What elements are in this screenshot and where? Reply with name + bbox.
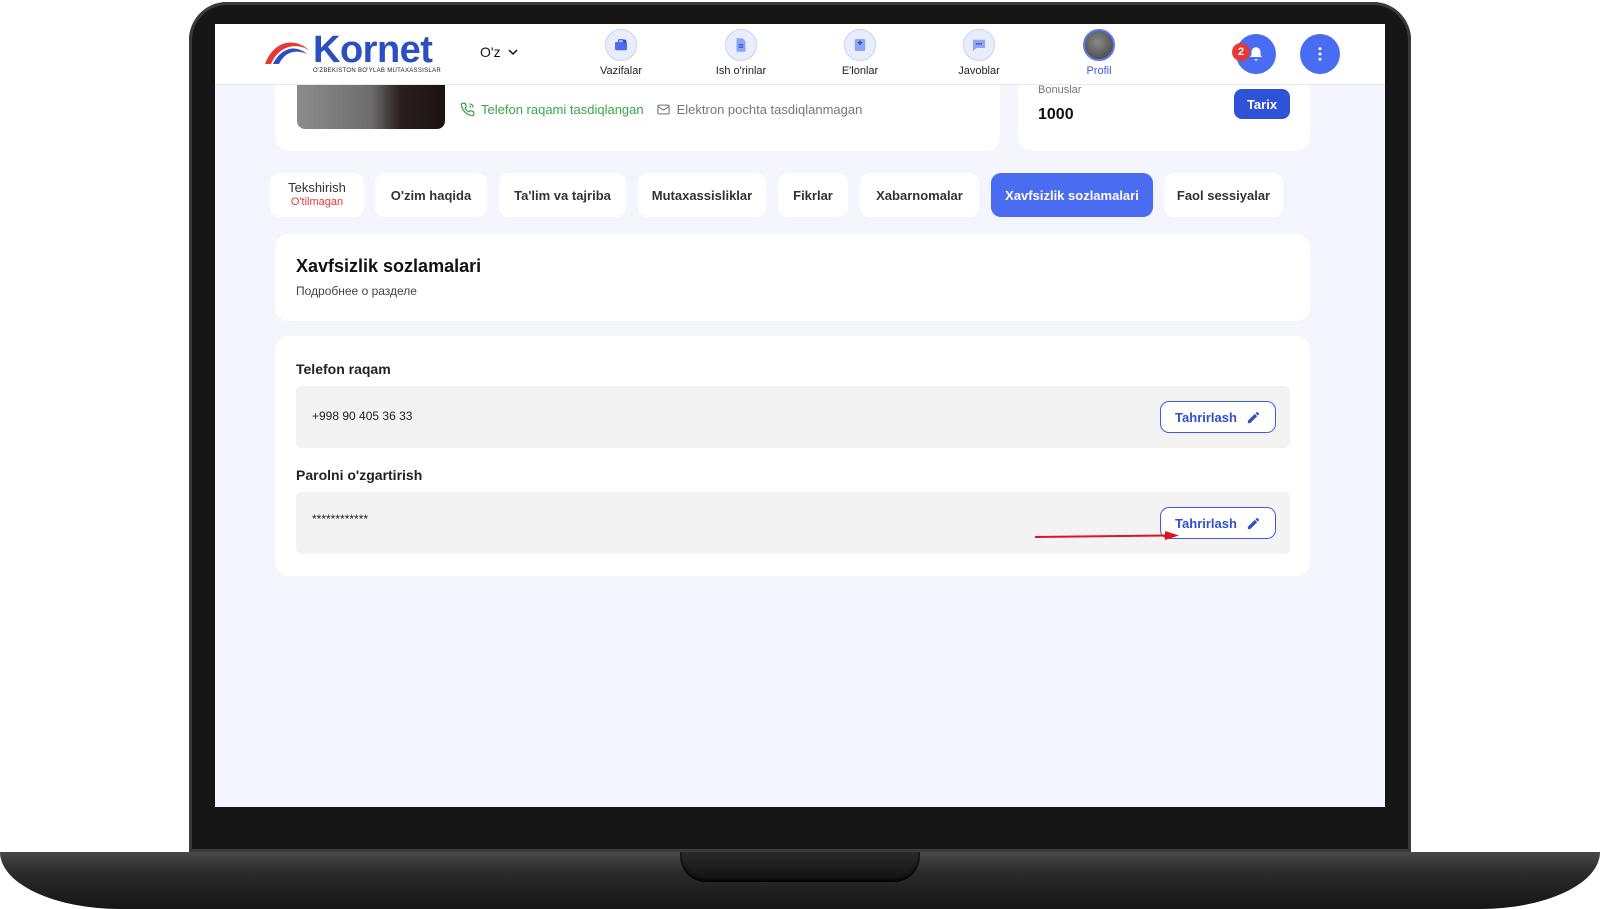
chevron-down-icon bbox=[508, 49, 518, 56]
logo-text: Kornet bbox=[313, 29, 433, 71]
phone-icon bbox=[460, 102, 475, 117]
section-subtitle: Подробнее о разделе bbox=[296, 284, 417, 298]
password-value: ************ bbox=[312, 512, 369, 526]
announcement-icon bbox=[844, 29, 876, 61]
chat-icon bbox=[963, 29, 995, 61]
nav-javoblar[interactable]: Javoblar bbox=[934, 29, 1024, 77]
password-field: ************ Tahrirlash bbox=[296, 492, 1290, 554]
briefcase-icon bbox=[605, 29, 637, 61]
tab-tekshirish[interactable]: Tekshirish O'tilmagan bbox=[270, 173, 364, 217]
logo-tagline: O'ZBEKISTON BO'YLAB MUTAXASSISLAR bbox=[313, 68, 442, 74]
document-icon bbox=[725, 29, 757, 61]
verification-row: Telefon raqami tasdiqlangan Elektron poc… bbox=[460, 102, 862, 117]
tab-status: O'tilmagan bbox=[290, 196, 344, 208]
section-header-card: Xavfsizlik sozlamalari Подробнее о разде… bbox=[275, 234, 1310, 321]
nav-label: Profil bbox=[1086, 65, 1112, 77]
bonus-label: Bonuslar bbox=[1038, 84, 1082, 96]
more-vertical-icon bbox=[1318, 47, 1322, 61]
notification-count-badge: 2 bbox=[1232, 43, 1250, 61]
avatar-icon bbox=[1083, 29, 1115, 61]
tab-label: Tekshirish bbox=[288, 180, 346, 195]
pencil-icon bbox=[1247, 517, 1260, 529]
logo-swoosh-icon bbox=[265, 42, 309, 64]
nav-ish-orinlar[interactable]: Ish o'rinlar bbox=[696, 29, 786, 77]
language-label: O'z bbox=[480, 44, 501, 60]
tab-xavfsizlik-sozlamalari[interactable]: Xavfsizlik sozlamalari bbox=[991, 173, 1153, 217]
phone-field-label: Telefon raqam bbox=[296, 361, 391, 377]
phone-value: +998 90 405 36 33 bbox=[312, 409, 413, 423]
nav-label: E'lonlar bbox=[841, 65, 879, 77]
pencil-icon bbox=[1247, 411, 1260, 423]
kornet-logo[interactable]: Kornet O'ZBEKISTON BO'YLAB MUTAXASSISLAR bbox=[263, 30, 453, 80]
laptop-notch bbox=[680, 852, 920, 882]
nav-label: Ish o'rinlar bbox=[715, 65, 767, 77]
red-arrow-annotation bbox=[1034, 531, 1179, 540]
app-screen: Telefon raqami tasdiqlangan Elektron poc… bbox=[215, 24, 1385, 807]
tab-fikrlar[interactable]: Fikrlar bbox=[778, 173, 848, 217]
tab-faol-sessiyalar[interactable]: Faol sessiyalar bbox=[1164, 173, 1283, 217]
tab-xabarnomalar[interactable]: Xabarnomalar bbox=[860, 173, 979, 217]
email-status-text: Elektron pochta tasdiqlanmagan bbox=[676, 102, 863, 117]
edit-phone-button[interactable]: Tahrirlash bbox=[1160, 401, 1276, 433]
section-title: Xavfsizlik sozlamalari bbox=[296, 256, 482, 276]
phone-field: +998 90 405 36 33 Tahrirlash bbox=[296, 386, 1290, 448]
nav-profil[interactable]: Profil bbox=[1054, 29, 1144, 77]
edit-button-label: Tahrirlash bbox=[1175, 515, 1237, 531]
phone-verified-text: Telefon raqami tasdiqlangan bbox=[481, 102, 644, 117]
password-field-label: Parolni o'zgartirish bbox=[296, 467, 423, 483]
nav-label: Javoblar bbox=[958, 65, 1000, 77]
history-button[interactable]: Tarix bbox=[1234, 89, 1290, 119]
nav-vazifalar[interactable]: Vazifalar bbox=[576, 29, 666, 77]
more-menu-button[interactable] bbox=[1300, 34, 1340, 74]
mail-icon bbox=[656, 104, 670, 115]
phone-verified-status: Telefon raqami tasdiqlangan bbox=[460, 102, 644, 117]
nav-elonlar[interactable]: E'lonlar bbox=[815, 29, 905, 77]
language-selector[interactable]: O'z bbox=[480, 44, 519, 60]
nav-label: Vazifalar bbox=[600, 65, 642, 77]
email-status: Elektron pochta tasdiqlanmagan bbox=[656, 102, 863, 117]
edit-button-label: Tahrirlash bbox=[1175, 409, 1237, 425]
tab-ozim-haqida[interactable]: O'zim haqida bbox=[375, 173, 487, 217]
bonus-value: 1000 bbox=[1038, 106, 1074, 123]
tab-mutaxassisliklar[interactable]: Mutaxassisliklar bbox=[638, 173, 766, 217]
top-header: Kornet O'ZBEKISTON BO'YLAB MUTAXASSISLAR… bbox=[215, 24, 1385, 85]
tab-talim-va-tajriba[interactable]: Ta'lim va tajriba bbox=[499, 173, 626, 217]
